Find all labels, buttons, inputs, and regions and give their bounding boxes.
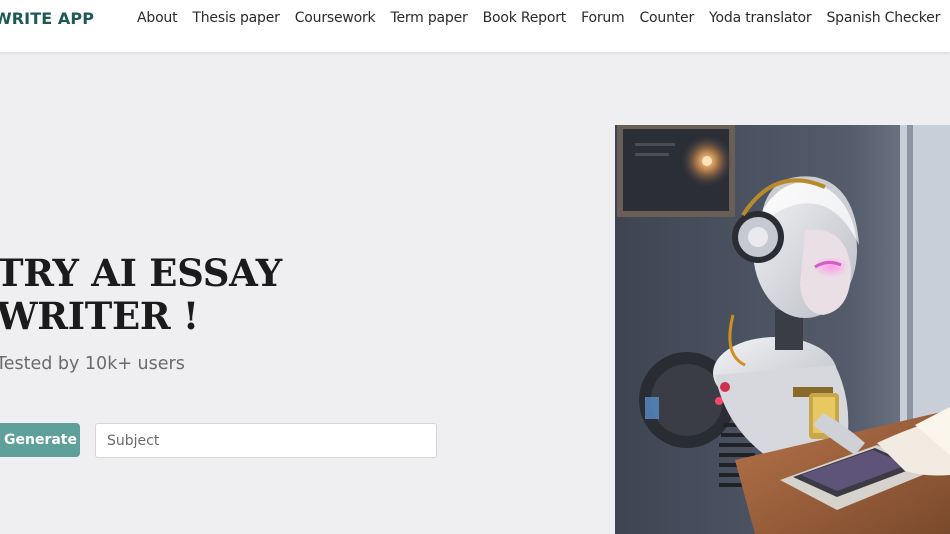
robot-writing-image xyxy=(615,125,950,534)
nav-item-about[interactable]: About xyxy=(137,10,178,26)
hero-title-line-2: WRITER ! xyxy=(0,294,199,338)
nav-item-thesis-paper[interactable]: Thesis paper xyxy=(192,10,279,26)
subject-input[interactable] xyxy=(95,423,437,458)
nav-links: About Thesis paper Coursework Term paper… xyxy=(137,10,950,26)
nav-item-spanish-checker[interactable]: Spanish Checker xyxy=(826,10,940,26)
hero-title: TRY AI ESSAY WRITER ! xyxy=(0,252,282,338)
nav-item-book-report[interactable]: Book Report xyxy=(483,10,567,26)
hero-title-line-1: TRY AI ESSAY xyxy=(0,251,282,295)
nav-item-yoda-translator[interactable]: Yoda translator xyxy=(709,10,812,26)
nav-item-forum[interactable]: Forum xyxy=(581,10,625,26)
top-navbar: WRITE APP About Thesis paper Coursework … xyxy=(0,0,950,52)
generate-button[interactable]: Generate xyxy=(0,423,80,457)
hero-subtitle: Tested by 10k+ users xyxy=(0,354,185,374)
nav-item-counter[interactable]: Counter xyxy=(639,10,694,26)
nav-item-term-paper[interactable]: Term paper xyxy=(390,10,467,26)
brand-logo[interactable]: WRITE APP xyxy=(0,9,94,28)
nav-item-coursework[interactable]: Coursework xyxy=(295,10,376,26)
